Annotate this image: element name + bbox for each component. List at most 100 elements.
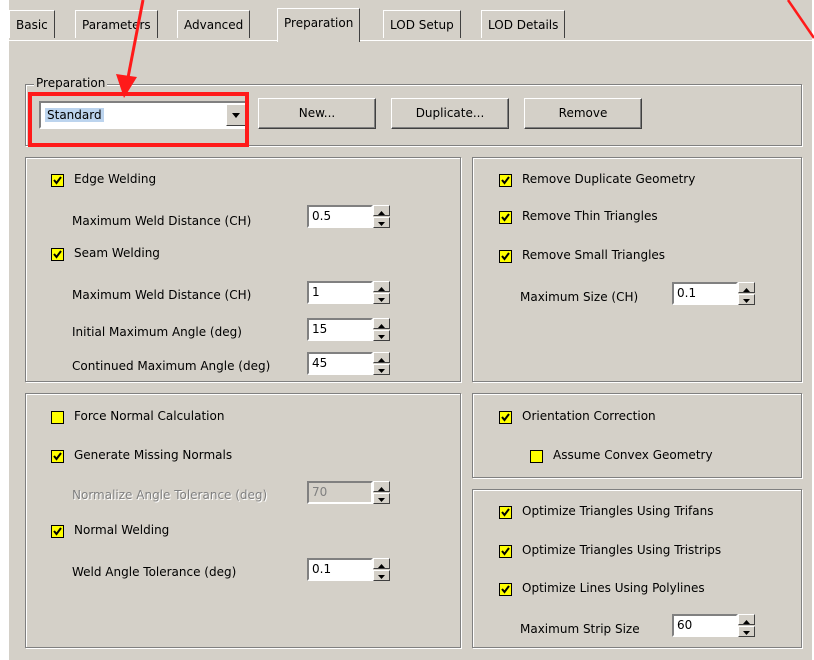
remove-thin-checkbox[interactable] bbox=[499, 211, 512, 224]
weld-tolerance-label: Weld Angle Tolerance (deg) bbox=[72, 565, 237, 579]
edge-max-dist-input[interactable]: 0.5 bbox=[307, 205, 373, 228]
annotation-highlight-box bbox=[28, 92, 249, 147]
checkmark-icon bbox=[53, 176, 62, 185]
remove-button-label: Remove bbox=[558, 106, 608, 120]
edge-welding-checkbox[interactable] bbox=[51, 174, 64, 187]
max-strip-input[interactable]: 60 bbox=[672, 614, 738, 637]
spin-down-button[interactable] bbox=[373, 217, 390, 228]
polylines-checkbox[interactable] bbox=[499, 583, 512, 596]
initial-angle-spinner[interactable] bbox=[373, 318, 390, 341]
initial-angle-input[interactable]: 15 bbox=[307, 318, 373, 341]
spin-up-icon bbox=[378, 324, 385, 328]
spin-up-button[interactable] bbox=[738, 282, 755, 293]
spin-down-button[interactable] bbox=[373, 364, 390, 375]
spin-down-icon bbox=[743, 631, 750, 635]
seam-max-dist-input[interactable]: 1 bbox=[307, 281, 373, 304]
initial-angle-label: Initial Maximum Angle (deg) bbox=[72, 325, 242, 339]
tab-label: Parameters bbox=[82, 18, 151, 32]
remove-thin-label: Remove Thin Triangles bbox=[522, 209, 658, 223]
spin-down-button[interactable] bbox=[373, 293, 390, 304]
tab-preparation[interactable]: Preparation bbox=[277, 8, 361, 42]
weld-tolerance-input[interactable]: 0.1 bbox=[307, 558, 373, 581]
tab-parameters[interactable]: Parameters bbox=[75, 10, 158, 38]
max-strip-spinner[interactable] bbox=[738, 614, 755, 637]
spin-up-button[interactable] bbox=[373, 205, 390, 216]
max-size-spinner[interactable] bbox=[738, 282, 755, 305]
spin-down-button[interactable] bbox=[373, 570, 390, 581]
duplicate-button[interactable]: Duplicate... bbox=[391, 98, 509, 129]
spin-up-button[interactable] bbox=[738, 614, 755, 625]
weld-tolerance-spinner[interactable] bbox=[373, 558, 390, 581]
continued-angle-input[interactable]: 45 bbox=[307, 352, 373, 375]
spin-up-icon bbox=[743, 620, 750, 624]
spin-down-button[interactable] bbox=[373, 330, 390, 341]
spin-down-icon bbox=[378, 498, 385, 502]
generate-missing-label: Generate Missing Normals bbox=[74, 448, 233, 462]
tab-pane-border bbox=[9, 40, 812, 41]
checkmark-icon bbox=[53, 250, 62, 259]
spin-down-button[interactable] bbox=[738, 626, 755, 637]
spin-down-icon bbox=[378, 298, 385, 302]
tristrips-checkbox[interactable] bbox=[499, 545, 512, 558]
normalize-tolerance-spinner[interactable] bbox=[373, 481, 390, 504]
checkmark-icon bbox=[501, 213, 510, 222]
max-size-label: Maximum Size (CH) bbox=[520, 290, 639, 304]
trifans-checkbox[interactable] bbox=[499, 506, 512, 519]
continued-angle-label: Continued Maximum Angle (deg) bbox=[72, 359, 271, 373]
edge-welding-label: Edge Welding bbox=[74, 172, 157, 186]
orientation-correction-checkbox[interactable] bbox=[499, 411, 512, 424]
tab-lod-details[interactable]: LOD Details bbox=[481, 10, 566, 38]
spin-down-icon bbox=[743, 299, 750, 303]
seam-welding-label: Seam Welding bbox=[74, 246, 160, 260]
spin-up-icon bbox=[378, 564, 385, 568]
force-normal-checkbox[interactable] bbox=[51, 411, 64, 424]
continued-angle-spinner[interactable] bbox=[373, 352, 390, 375]
tab-label: Advanced bbox=[184, 18, 244, 32]
tab-label: LOD Details bbox=[488, 18, 559, 32]
normalize-tolerance-input[interactable]: 70 bbox=[307, 481, 373, 504]
max-size-input[interactable]: 0.1 bbox=[672, 282, 738, 305]
tab-label: Basic bbox=[16, 18, 48, 32]
checkmark-icon bbox=[501, 176, 510, 185]
preparation-legend: Preparation bbox=[34, 76, 108, 90]
spin-up-button[interactable] bbox=[373, 481, 390, 492]
max-strip-label: Maximum Strip Size bbox=[520, 622, 640, 636]
spin-up-icon bbox=[378, 487, 385, 491]
spin-down-icon bbox=[378, 369, 385, 373]
remove-duplicate-checkbox[interactable] bbox=[499, 174, 512, 187]
new-button-label: New... bbox=[298, 106, 336, 120]
remove-small-label: Remove Small Triangles bbox=[522, 248, 666, 262]
spin-down-button[interactable] bbox=[373, 493, 390, 504]
spin-up-button[interactable] bbox=[373, 558, 390, 569]
checkmark-icon bbox=[501, 508, 510, 517]
remove-button[interactable]: Remove bbox=[524, 98, 642, 129]
trifans-label: Optimize Triangles Using Trifans bbox=[522, 504, 714, 518]
checkmark-icon bbox=[501, 252, 510, 261]
tab-basic[interactable]: Basic bbox=[9, 10, 55, 38]
normal-welding-checkbox[interactable] bbox=[51, 525, 64, 538]
welding-group bbox=[25, 157, 461, 382]
spin-up-button[interactable] bbox=[373, 281, 390, 292]
assume-convex-checkbox[interactable] bbox=[530, 450, 543, 463]
seam-max-dist-label: Maximum Weld Distance (CH) bbox=[72, 288, 252, 302]
geometry-group bbox=[472, 157, 802, 382]
spin-down-button[interactable] bbox=[738, 294, 755, 305]
remove-small-checkbox[interactable] bbox=[499, 250, 512, 263]
checkmark-icon bbox=[501, 547, 510, 556]
generate-missing-checkbox[interactable] bbox=[51, 450, 64, 463]
tristrips-label: Optimize Triangles Using Tristrips bbox=[522, 543, 722, 557]
checkmark-icon bbox=[501, 585, 510, 594]
tab-lod-setup[interactable]: LOD Setup bbox=[383, 10, 461, 38]
spin-up-button[interactable] bbox=[373, 352, 390, 363]
new-button[interactable]: New... bbox=[258, 98, 376, 129]
seam-welding-checkbox[interactable] bbox=[51, 248, 64, 261]
spin-down-icon bbox=[378, 335, 385, 339]
spin-down-icon bbox=[378, 222, 385, 226]
tab-advanced[interactable]: Advanced bbox=[177, 10, 251, 38]
tab-label: LOD Setup bbox=[390, 18, 454, 32]
seam-max-dist-spinner[interactable] bbox=[373, 281, 390, 304]
spin-up-button[interactable] bbox=[373, 318, 390, 329]
edge-max-dist-label: Maximum Weld Distance (CH) bbox=[72, 214, 252, 228]
edge-max-dist-spinner[interactable] bbox=[373, 205, 390, 228]
remove-duplicate-label: Remove Duplicate Geometry bbox=[522, 172, 696, 186]
